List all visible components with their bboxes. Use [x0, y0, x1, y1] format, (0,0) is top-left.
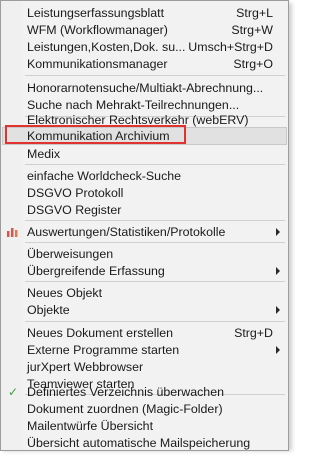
- menu-item-label: DSGVO Protokoll: [27, 186, 124, 200]
- menu-item-label: Übersicht automatische Mailspeicherung: [27, 436, 251, 450]
- menu-item-label: Externe Programme starten: [27, 343, 180, 357]
- menu-item-shortcut: Strg+D: [234, 326, 273, 340]
- menu-item-jurxpert-webbrowser[interactable]: jurXpert Webbrowser: [2, 358, 287, 376]
- menu-item-label: Auswertungen/Statistiken/Protokolle: [27, 225, 226, 239]
- menu-item-kommunikationsmanager[interactable]: Kommunikationsmanager Strg+O: [2, 55, 287, 73]
- menu-item-label: DSGVO Register: [27, 203, 122, 217]
- menu-item-dsgvo-register[interactable]: DSGVO Register: [2, 201, 287, 219]
- menu-item-kommunikation-archivium[interactable]: Kommunikation Archivium: [2, 127, 287, 145]
- menu-item-label: Objekte: [27, 303, 70, 317]
- context-menu: Leistungserfassungsblatt Strg+L WFM (Wor…: [0, 0, 289, 451]
- menu-item-label: Mailentwürfe Übersicht: [27, 419, 154, 433]
- menu-item-shortcut: Umsch+Strg+D: [188, 40, 273, 54]
- menu-separator: [25, 281, 285, 282]
- menu-item-neues-dokument[interactable]: Neues Dokument erstellen Strg+D: [2, 324, 287, 342]
- menu-item-label: jurXpert Webbrowser: [27, 360, 144, 374]
- menu-item-medix[interactable]: Medix: [2, 145, 287, 163]
- menu-separator: [25, 321, 285, 322]
- menu-item-wfm[interactable]: WFM (Workflowmanager) Strg+W: [2, 21, 287, 39]
- menu-item-leistungen-kosten[interactable]: Leistungen,Kosten,Dok. su... Umsch+Strg+…: [2, 38, 287, 56]
- menu-item-dokument-zuordnen[interactable]: Dokument zuordnen (Magic-Folder): [2, 400, 287, 418]
- menu-item-uebergreifende-erfassung[interactable]: Übergreifende Erfassung: [2, 262, 287, 280]
- menu-item-label: Elektronischer Rechtsverkehr (webERV): [27, 113, 249, 127]
- menu-item-worldcheck-suche[interactable]: einfache Worldcheck-Suche: [2, 167, 287, 185]
- menu-item-label: Kommunikationsmanager: [27, 57, 168, 71]
- menu-separator: [25, 164, 285, 165]
- menu-item-externe-programme[interactable]: Externe Programme starten: [2, 341, 287, 359]
- menu-item-objekte[interactable]: Objekte: [2, 301, 287, 319]
- menu-item-honorarnotensuche[interactable]: Honorarnotensuche/Multiakt-Abrechnung...: [2, 79, 287, 97]
- menu-item-label: Leistungen,Kosten,Dok. su...: [27, 40, 186, 54]
- submenu-arrow-icon: [276, 346, 280, 354]
- checkmark-icon: ✓: [8, 385, 19, 399]
- menu-item-mailentwuerfe[interactable]: Mailentwürfe Übersicht: [2, 417, 287, 435]
- submenu-arrow-icon: [276, 306, 280, 314]
- menu-item-ueberweisungen[interactable]: Überweisungen: [2, 245, 287, 263]
- menu-item-shortcut: Strg+W: [231, 23, 273, 37]
- menu-item-label: Dokument zuordnen (Magic-Folder): [27, 402, 223, 416]
- menu-item-label: Neues Objekt: [27, 286, 103, 300]
- menu-separator: [25, 220, 285, 221]
- menu-item-leistungserfassungsblatt[interactable]: Leistungserfassungsblatt Strg+L: [2, 4, 287, 22]
- bar-chart-icon: [7, 228, 18, 237]
- menu-item-verzeichnis-ueberwachen[interactable]: ✓ Definiertes Verzeichnis überwachen: [2, 383, 287, 401]
- menu-item-label: Honorarnotensuche/Multiakt-Abrechnung...: [27, 81, 264, 95]
- menu-item-label: Leistungserfassungsblatt: [27, 6, 165, 20]
- menu-item-label: Überweisungen: [27, 247, 114, 261]
- menu-item-dsgvo-protokoll[interactable]: DSGVO Protokoll: [2, 184, 287, 202]
- menu-separator: [25, 75, 285, 76]
- menu-item-label: WFM (Workflowmanager): [27, 23, 168, 37]
- submenu-arrow-icon: [276, 267, 280, 275]
- menu-item-mailspeicherung[interactable]: Übersicht automatische Mailspeicherung: [2, 434, 287, 452]
- submenu-arrow-icon: [276, 228, 280, 236]
- menu-item-label: einfache Worldcheck-Suche: [27, 169, 182, 183]
- menu-item-shortcut: Strg+O: [233, 57, 273, 71]
- menu-item-label: Definiertes Verzeichnis überwachen: [27, 385, 224, 399]
- menu-item-label: Kommunikation Archivium: [27, 129, 170, 143]
- menu-separator: [25, 242, 285, 243]
- menu-item-label: Neues Dokument erstellen: [27, 326, 174, 340]
- menu-item-auswertungen[interactable]: Auswertungen/Statistiken/Protokolle: [2, 223, 287, 241]
- menu-item-label: Übergreifende Erfassung: [27, 264, 165, 278]
- menu-item-label: Medix: [27, 147, 61, 161]
- menu-item-shortcut: Strg+L: [236, 6, 273, 20]
- menu-item-neues-objekt[interactable]: Neues Objekt: [2, 284, 287, 302]
